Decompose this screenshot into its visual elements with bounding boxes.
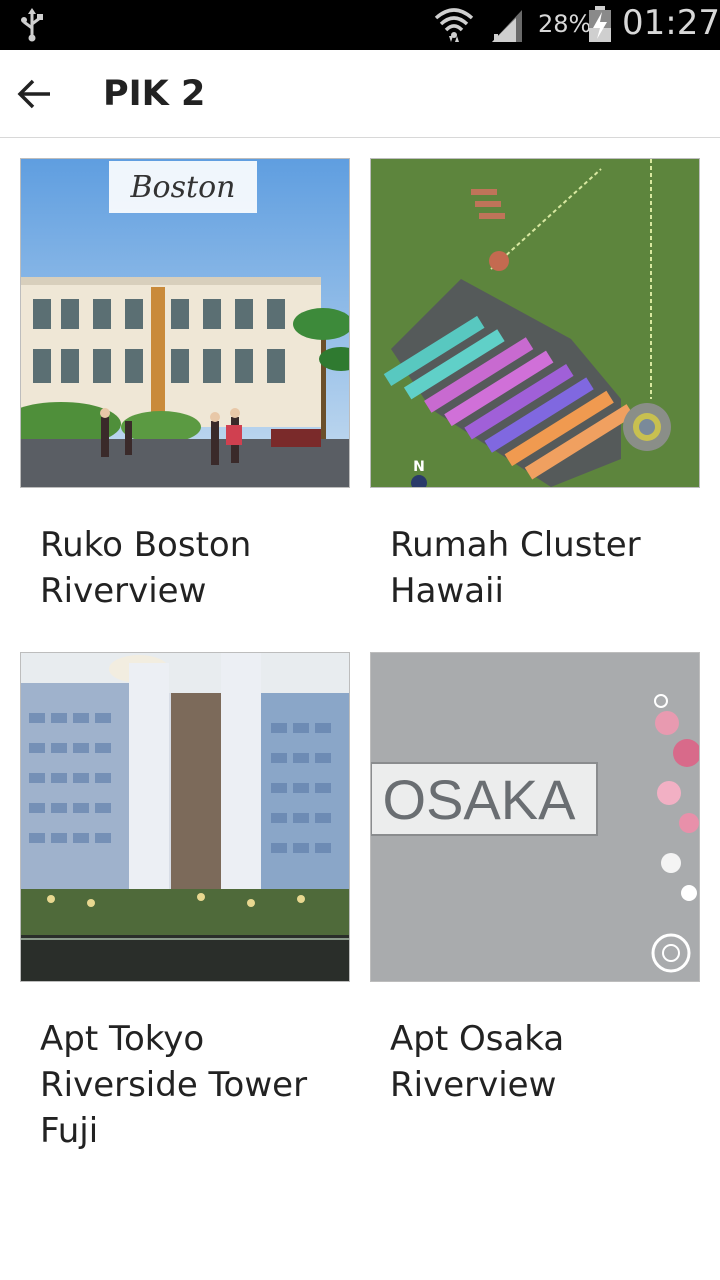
item-title: Apt Tokyo Riverside Tower Fuji <box>40 1019 308 1151</box>
grid-item-apt-osaka[interactable]: OSAKA Apt Osaka Riverview <box>370 652 700 1108</box>
grid-item-rumah-cluster-hawaii[interactable]: N Rumah Cluster Hawaii <box>370 158 700 614</box>
battery-charging-icon <box>588 6 612 46</box>
clock: 01:27 <box>622 3 720 43</box>
item-title: Apt Osaka Riverview <box>390 1019 565 1105</box>
item-thumbnail: N <box>370 158 700 488</box>
back-button[interactable] <box>12 72 56 116</box>
svg-text:Boston: Boston <box>130 170 236 205</box>
app-bar: PIK 2 <box>0 50 720 138</box>
arrow-left-icon <box>17 79 50 109</box>
grid-item-ruko-boston[interactable]: Boston Ruko Boston Riverview <box>20 158 350 614</box>
item-thumbnail <box>20 652 350 982</box>
svg-text:N: N <box>413 459 425 475</box>
item-thumbnail: OSAKA <box>370 652 700 982</box>
item-title: Rumah Cluster Hawaii <box>390 525 641 611</box>
signal-icon <box>490 8 524 46</box>
usb-icon <box>18 8 46 46</box>
grid-item-apt-tokyo[interactable]: Apt Tokyo Riverside Tower Fuji <box>20 652 350 1154</box>
page-title: PIK 2 <box>103 74 206 114</box>
item-thumbnail: Boston <box>20 158 350 488</box>
status-bar: 28% 01:27 <box>0 0 720 50</box>
item-title: Ruko Boston Riverview <box>40 525 252 611</box>
svg-text:OSAKA: OSAKA <box>383 768 577 831</box>
battery-percent: 28% <box>538 10 592 38</box>
wifi-icon <box>434 6 474 48</box>
